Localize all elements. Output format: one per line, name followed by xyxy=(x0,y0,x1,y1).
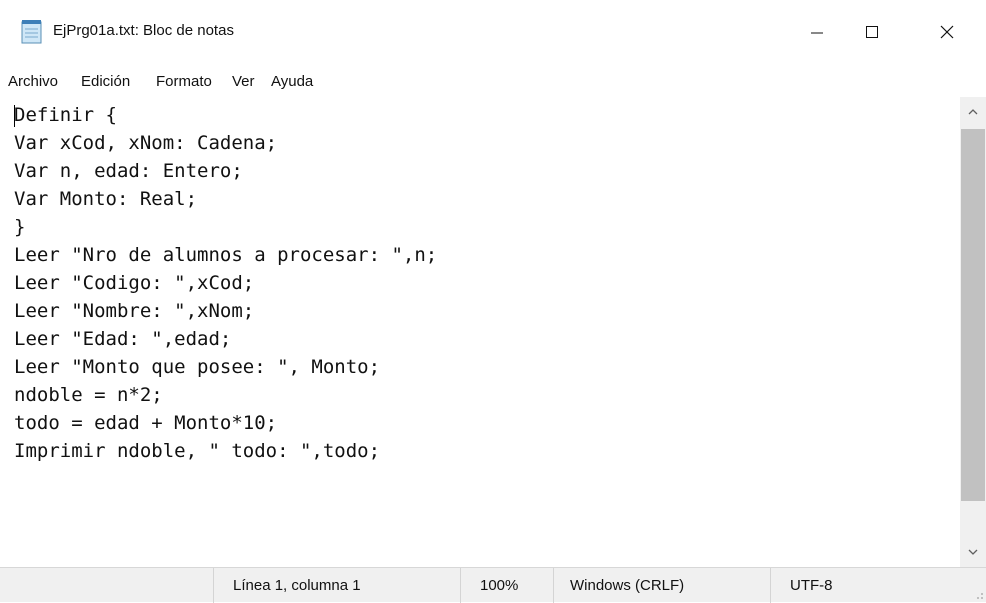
code-line: Leer "Nro de alumnos a procesar: ",n; xyxy=(14,244,438,266)
code-line: Leer "Monto que posee: ", Monto; xyxy=(14,356,381,378)
code-line: Imprimir ndoble, " todo: ",todo; xyxy=(14,440,381,462)
close-button[interactable] xyxy=(917,0,977,64)
status-divider xyxy=(553,568,554,603)
menu-archivo[interactable]: Archivo xyxy=(8,73,58,90)
code-line: todo = edad + Monto*10; xyxy=(14,412,278,434)
status-divider xyxy=(460,568,461,603)
code-line: } xyxy=(14,216,26,238)
menu-bar: Archivo Edición Formato Ver Ayuda xyxy=(0,64,986,97)
status-divider xyxy=(770,568,771,603)
menu-ver[interactable]: Ver xyxy=(232,73,255,90)
zoom-level: 100% xyxy=(480,577,519,594)
title-bar[interactable]: EjPrg01a.txt: Bloc de notas xyxy=(0,0,986,64)
code-line: Leer "Edad: ",edad; xyxy=(14,328,232,350)
maximize-button[interactable] xyxy=(842,0,902,64)
chevron-down-icon xyxy=(968,549,978,555)
menu-edicion[interactable]: Edición xyxy=(81,73,130,90)
code-line: Var xCod, xNom: Cadena; xyxy=(14,132,278,154)
scroll-up-button[interactable] xyxy=(960,97,986,127)
code-line: Leer "Codigo: ",xCod; xyxy=(14,272,255,294)
text-editor[interactable]: Definir { Var xCod, xNom: Cadena; Var n,… xyxy=(0,97,960,567)
cursor-position: Línea 1, columna 1 xyxy=(233,577,361,594)
maximize-icon xyxy=(866,26,878,38)
minimize-icon xyxy=(811,32,823,34)
menu-formato[interactable]: Formato xyxy=(156,73,212,90)
code-line: Var n, edad: Entero; xyxy=(14,160,243,182)
minimize-button[interactable] xyxy=(787,0,847,64)
scroll-down-button[interactable] xyxy=(960,537,986,567)
close-icon xyxy=(940,25,954,39)
line-ending: Windows (CRLF) xyxy=(570,577,685,594)
vertical-scrollbar[interactable] xyxy=(960,97,986,567)
window-title: EjPrg01a.txt: Bloc de notas xyxy=(53,22,234,39)
code-line: Leer "Nombre: ",xNom; xyxy=(14,300,255,322)
status-divider xyxy=(213,568,214,603)
status-bar: Línea 1, columna 1 100% Windows (CRLF) U… xyxy=(0,567,986,603)
code-line: ndoble = n*2; xyxy=(14,384,163,406)
notepad-icon xyxy=(21,20,42,44)
code-line: Definir { xyxy=(14,104,117,126)
chevron-up-icon xyxy=(968,109,978,115)
resize-grip-icon[interactable] xyxy=(970,586,984,600)
scroll-thumb[interactable] xyxy=(961,129,985,501)
code-line: Var Monto: Real; xyxy=(14,188,198,210)
encoding: UTF-8 xyxy=(790,577,833,594)
menu-ayuda[interactable]: Ayuda xyxy=(271,73,313,90)
